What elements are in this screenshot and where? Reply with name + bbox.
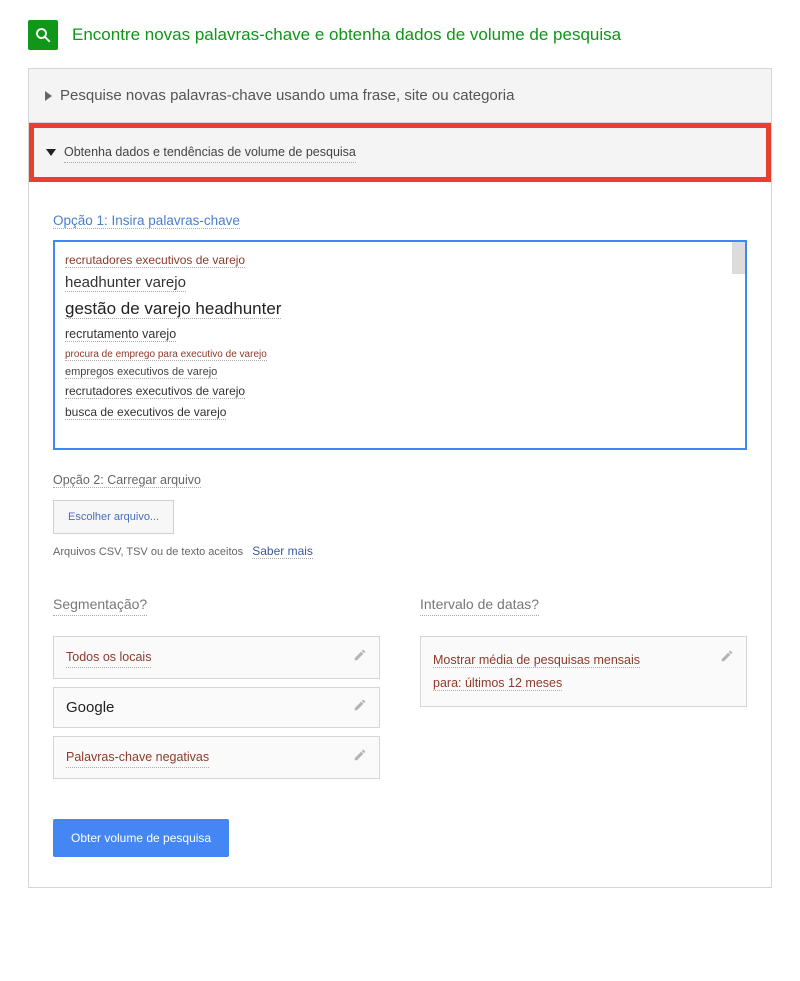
keyword-entry: procura de emprego para executivo de var… (65, 346, 735, 363)
pencil-icon (720, 649, 734, 668)
get-volume-button[interactable]: Obter volume de pesquisa (53, 819, 229, 857)
learn-more-link[interactable]: Saber mais (252, 544, 313, 559)
option1-label: Opção 1: Insira palavras-chave (53, 210, 747, 232)
accordion-label: Pesquise novas palavras-chave usando uma… (60, 87, 514, 104)
targeting-value: Google (66, 699, 114, 716)
choose-file-button[interactable]: Escolher arquivo... (53, 500, 174, 534)
date-range-header: Intervalo de datas? (420, 593, 539, 616)
chevron-right-icon (45, 91, 52, 101)
keyword-entry: recrutadores executivos de varejo (65, 381, 735, 401)
targeting-locations[interactable]: Todos os locais (53, 636, 380, 679)
search-icon (28, 20, 58, 50)
page-header: Encontre novas palavras-chave e obtenha … (28, 20, 772, 50)
keyword-entry: empregos executivos de varejo (65, 363, 735, 382)
date-range-value: Mostrar média de pesquisas mensais para:… (433, 649, 640, 694)
date-range-column: Intervalo de datas? Mostrar média de pes… (420, 593, 747, 787)
targeting-value: Todos os locais (66, 647, 151, 668)
file-hint: Arquivos CSV, TSV ou de texto aceitos Sa… (53, 542, 747, 561)
keyword-entry: headhunter varejo (65, 270, 735, 296)
targeting-value: Palavras-chave negativas (66, 747, 209, 768)
keyword-entry: recrutadores executivos de varejo (65, 250, 735, 270)
keyword-entry: gestão de varejo headhunter (65, 295, 735, 324)
pencil-icon (353, 748, 367, 767)
pencil-icon (353, 698, 367, 717)
chevron-down-icon (46, 149, 56, 156)
option2-label: Opção 2: Carregar arquivo (53, 470, 747, 490)
page-title: Encontre novas palavras-chave e obtenha … (72, 25, 621, 45)
main-panel: Pesquise novas palavras-chave usando uma… (28, 68, 772, 888)
targeting-negative[interactable]: Palavras-chave negativas (53, 736, 380, 779)
content-area: Opção 1: Insira palavras-chave recrutado… (29, 182, 771, 887)
accordion-label: Obtenha dados e tendências de volume de … (64, 142, 356, 163)
keyword-entry: busca de executivos de varejo (65, 402, 735, 422)
targeting-column: Segmentação? Todos os locais Google Pala… (53, 593, 380, 787)
targeting-header: Segmentação? (53, 593, 147, 616)
keyword-entry: recrutamento varejo (65, 324, 735, 345)
accordion-get-data[interactable]: Obtenha dados e tendências de volume de … (29, 123, 771, 182)
accordion-search-phrase[interactable]: Pesquise novas palavras-chave usando uma… (29, 69, 771, 123)
date-range-box[interactable]: Mostrar média de pesquisas mensais para:… (420, 636, 747, 707)
targeting-google[interactable]: Google (53, 687, 380, 728)
pencil-icon (353, 648, 367, 667)
keywords-textarea[interactable]: recrutadores executivos de varejo headhu… (53, 240, 747, 450)
scrollbar[interactable] (732, 242, 745, 274)
